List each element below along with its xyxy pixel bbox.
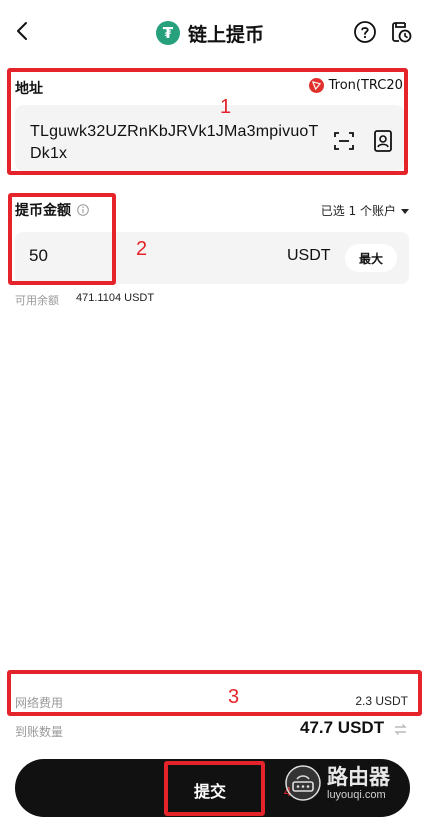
annotation-number-1: 1 (220, 96, 232, 118)
account-selector-label: 已选 1 个账户 (320, 204, 396, 218)
receive-amount-value: 47.7 USDT (300, 718, 385, 737)
tether-coin-icon: ₮ (156, 21, 180, 45)
back-arrow-icon[interactable] (12, 18, 34, 44)
annotation-box-address (7, 68, 408, 175)
help-icon[interactable] (353, 20, 377, 44)
page-title: 链上提币 (188, 23, 265, 46)
receive-amount-label: 到账数量 (15, 725, 64, 739)
annotation-box-fee (7, 670, 422, 716)
swap-icon[interactable] (393, 722, 408, 737)
annotation-box-submit (164, 761, 265, 816)
amount-unit: USDT (287, 247, 331, 264)
watermark-cn: 路由器 (327, 765, 390, 789)
available-balance-label: 可用余额 (15, 294, 59, 307)
annotation-number-3: 3 (228, 686, 240, 708)
caret-down-icon (401, 204, 409, 218)
router-icon (284, 764, 322, 802)
annotation-number-2: 2 (136, 238, 148, 260)
watermark-text: 路由器 luyouqi.com (327, 765, 390, 801)
watermark: 路由器 luyouqi.com (284, 762, 422, 804)
account-selector[interactable]: 已选 1 个账户 (321, 202, 409, 219)
page-title-group: ₮ 链上提币 (156, 19, 264, 47)
watermark-en: luyouqi.com (327, 789, 386, 801)
history-icon[interactable] (389, 20, 413, 44)
available-balance-value: 471.1104 USDT (76, 292, 155, 304)
max-button[interactable]: 最大 (345, 244, 397, 272)
annotation-box-amount (8, 193, 116, 285)
